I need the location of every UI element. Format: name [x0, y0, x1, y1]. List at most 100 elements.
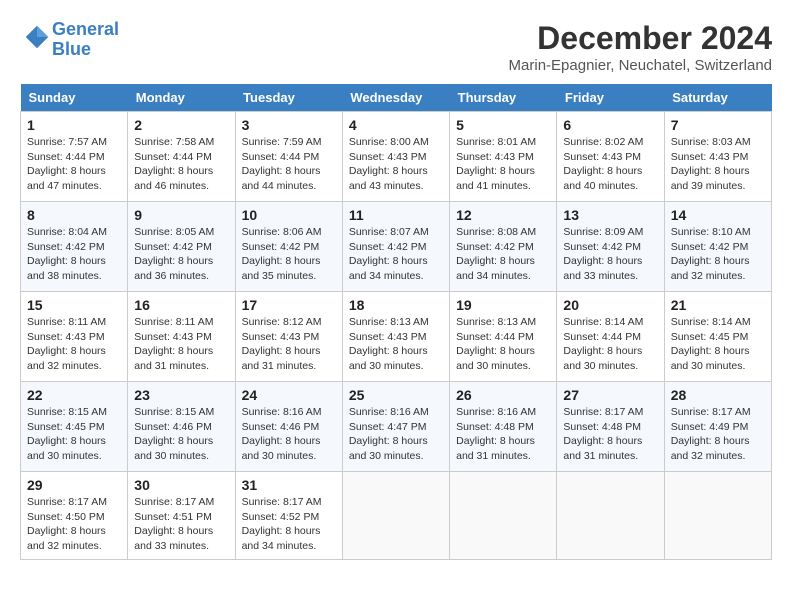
calendar-cell: 4 Sunrise: 8:00 AM Sunset: 4:43 PM Daylig…	[342, 112, 449, 202]
header-saturday: Saturday	[664, 84, 771, 112]
day-number: 11	[349, 207, 443, 223]
day-number: 9	[134, 207, 228, 223]
day-number: 26	[456, 387, 550, 403]
header-thursday: Thursday	[450, 84, 557, 112]
day-info: Sunrise: 8:17 AM Sunset: 4:52 PM Dayligh…	[242, 495, 336, 554]
calendar-cell: 10 Sunrise: 8:06 AM Sunset: 4:42 PM Dayli…	[235, 202, 342, 292]
day-number: 18	[349, 297, 443, 313]
calendar-cell: 23Sunrise: 8:15 AM Sunset: 4:46 PM Dayli…	[128, 382, 235, 472]
calendar-week-row: 1 Sunrise: 7:57 AM Sunset: 4:44 PM Daylig…	[21, 112, 772, 202]
calendar-cell: 27 Sunrise: 8:17 AM Sunset: 4:48 PM Dayli…	[557, 382, 664, 472]
calendar-cell: 14 Sunrise: 8:10 AM Sunset: 4:42 PM Dayli…	[664, 202, 771, 292]
page-header: General Blue December 2024 Marin-Epagnie…	[20, 20, 772, 74]
day-info: Sunrise: 8:06 AM Sunset: 4:42 PM Dayligh…	[242, 225, 336, 284]
calendar-cell: 7Sunrise: 8:03 AM Sunset: 4:43 PM Daylig…	[664, 112, 771, 202]
day-number: 19	[456, 297, 550, 313]
calendar-cell: 30Sunrise: 8:17 AM Sunset: 4:51 PM Dayli…	[128, 472, 235, 560]
calendar-cell	[557, 472, 664, 560]
day-info: Sunrise: 8:11 AM Sunset: 4:43 PM Dayligh…	[134, 315, 228, 374]
day-number: 5	[456, 117, 550, 133]
day-number: 20	[563, 297, 657, 313]
calendar-cell: 26Sunrise: 8:16 AM Sunset: 4:48 PM Dayli…	[450, 382, 557, 472]
calendar-cell: 1 Sunrise: 7:57 AM Sunset: 4:44 PM Daylig…	[21, 112, 128, 202]
day-info: Sunrise: 8:11 AM Sunset: 4:43 PM Dayligh…	[27, 315, 121, 374]
calendar-cell: 24 Sunrise: 8:16 AM Sunset: 4:46 PM Dayli…	[235, 382, 342, 472]
day-info: Sunrise: 8:17 AM Sunset: 4:49 PM Dayligh…	[671, 405, 765, 464]
calendar-cell: 11Sunrise: 8:07 AM Sunset: 4:42 PM Dayli…	[342, 202, 449, 292]
day-info: Sunrise: 8:05 AM Sunset: 4:42 PM Dayligh…	[134, 225, 228, 284]
day-number: 31	[242, 477, 336, 493]
day-number: 8	[27, 207, 121, 223]
day-info: Sunrise: 8:10 AM Sunset: 4:42 PM Dayligh…	[671, 225, 765, 284]
calendar-cell: 25Sunrise: 8:16 AM Sunset: 4:47 PM Dayli…	[342, 382, 449, 472]
calendar-cell	[450, 472, 557, 560]
day-info: Sunrise: 8:13 AM Sunset: 4:43 PM Dayligh…	[349, 315, 443, 374]
day-info: Sunrise: 8:02 AM Sunset: 4:43 PM Dayligh…	[563, 135, 657, 194]
day-number: 1	[27, 117, 121, 133]
calendar-cell: 19 Sunrise: 8:13 AM Sunset: 4:44 PM Dayli…	[450, 292, 557, 382]
day-info: Sunrise: 7:59 AM Sunset: 4:44 PM Dayligh…	[242, 135, 336, 194]
calendar-cell: 17Sunrise: 8:12 AM Sunset: 4:43 PM Dayli…	[235, 292, 342, 382]
day-info: Sunrise: 8:17 AM Sunset: 4:51 PM Dayligh…	[134, 495, 228, 554]
location: Marin-Epagnier, Neuchatel, Switzerland	[509, 57, 772, 74]
day-info: Sunrise: 8:01 AM Sunset: 4:43 PM Dayligh…	[456, 135, 550, 194]
calendar-week-row: 8Sunrise: 8:04 AM Sunset: 4:42 PM Daylig…	[21, 202, 772, 292]
calendar-week-row: 29 Sunrise: 8:17 AM Sunset: 4:50 PM Dayli…	[21, 472, 772, 560]
calendar-cell: 22 Sunrise: 8:15 AM Sunset: 4:45 PM Dayli…	[21, 382, 128, 472]
calendar-cell: 6 Sunrise: 8:02 AM Sunset: 4:43 PM Daylig…	[557, 112, 664, 202]
day-info: Sunrise: 8:15 AM Sunset: 4:45 PM Dayligh…	[27, 405, 121, 464]
day-info: Sunrise: 7:57 AM Sunset: 4:44 PM Dayligh…	[27, 135, 121, 194]
day-number: 25	[349, 387, 443, 403]
calendar-cell: 2 Sunrise: 7:58 AM Sunset: 4:44 PM Daylig…	[128, 112, 235, 202]
day-info: Sunrise: 8:09 AM Sunset: 4:42 PM Dayligh…	[563, 225, 657, 284]
day-number: 21	[671, 297, 765, 313]
calendar-cell: 3 Sunrise: 7:59 AM Sunset: 4:44 PM Daylig…	[235, 112, 342, 202]
day-number: 29	[27, 477, 121, 493]
calendar-cell: 18 Sunrise: 8:13 AM Sunset: 4:43 PM Dayli…	[342, 292, 449, 382]
day-number: 24	[242, 387, 336, 403]
calendar-cell: 31 Sunrise: 8:17 AM Sunset: 4:52 PM Dayli…	[235, 472, 342, 560]
header-wednesday: Wednesday	[342, 84, 449, 112]
day-number: 6	[563, 117, 657, 133]
calendar-cell: 9 Sunrise: 8:05 AM Sunset: 4:42 PM Daylig…	[128, 202, 235, 292]
day-info: Sunrise: 8:15 AM Sunset: 4:46 PM Dayligh…	[134, 405, 228, 464]
day-number: 22	[27, 387, 121, 403]
calendar-cell: 21Sunrise: 8:14 AM Sunset: 4:45 PM Dayli…	[664, 292, 771, 382]
day-number: 2	[134, 117, 228, 133]
day-info: Sunrise: 8:17 AM Sunset: 4:50 PM Dayligh…	[27, 495, 121, 554]
day-number: 4	[349, 117, 443, 133]
day-info: Sunrise: 8:16 AM Sunset: 4:46 PM Dayligh…	[242, 405, 336, 464]
calendar-header-row: SundayMondayTuesdayWednesdayThursdayFrid…	[21, 84, 772, 112]
day-info: Sunrise: 8:08 AM Sunset: 4:42 PM Dayligh…	[456, 225, 550, 284]
day-number: 16	[134, 297, 228, 313]
calendar-cell	[342, 472, 449, 560]
day-number: 12	[456, 207, 550, 223]
calendar-cell: 13Sunrise: 8:09 AM Sunset: 4:42 PM Dayli…	[557, 202, 664, 292]
header-monday: Monday	[128, 84, 235, 112]
logo-text: General Blue	[52, 20, 119, 60]
header-friday: Friday	[557, 84, 664, 112]
day-info: Sunrise: 7:58 AM Sunset: 4:44 PM Dayligh…	[134, 135, 228, 194]
day-number: 3	[242, 117, 336, 133]
calendar-cell: 16 Sunrise: 8:11 AM Sunset: 4:43 PM Dayli…	[128, 292, 235, 382]
day-info: Sunrise: 8:03 AM Sunset: 4:43 PM Dayligh…	[671, 135, 765, 194]
day-number: 14	[671, 207, 765, 223]
calendar-week-row: 22 Sunrise: 8:15 AM Sunset: 4:45 PM Dayli…	[21, 382, 772, 472]
logo-icon	[22, 22, 52, 52]
day-info: Sunrise: 8:00 AM Sunset: 4:43 PM Dayligh…	[349, 135, 443, 194]
day-number: 17	[242, 297, 336, 313]
day-number: 15	[27, 297, 121, 313]
calendar-cell: 28Sunrise: 8:17 AM Sunset: 4:49 PM Dayli…	[664, 382, 771, 472]
day-info: Sunrise: 8:13 AM Sunset: 4:44 PM Dayligh…	[456, 315, 550, 374]
calendar-table: SundayMondayTuesdayWednesdayThursdayFrid…	[20, 84, 772, 560]
header-sunday: Sunday	[21, 84, 128, 112]
day-info: Sunrise: 8:14 AM Sunset: 4:44 PM Dayligh…	[563, 315, 657, 374]
month-title: December 2024	[509, 20, 772, 57]
calendar-cell: 12 Sunrise: 8:08 AM Sunset: 4:42 PM Dayli…	[450, 202, 557, 292]
calendar-cell: 5 Sunrise: 8:01 AM Sunset: 4:43 PM Daylig…	[450, 112, 557, 202]
day-number: 10	[242, 207, 336, 223]
title-area: December 2024 Marin-Epagnier, Neuchatel,…	[509, 20, 772, 74]
day-info: Sunrise: 8:17 AM Sunset: 4:48 PM Dayligh…	[563, 405, 657, 464]
day-number: 27	[563, 387, 657, 403]
calendar-cell: 29 Sunrise: 8:17 AM Sunset: 4:50 PM Dayli…	[21, 472, 128, 560]
